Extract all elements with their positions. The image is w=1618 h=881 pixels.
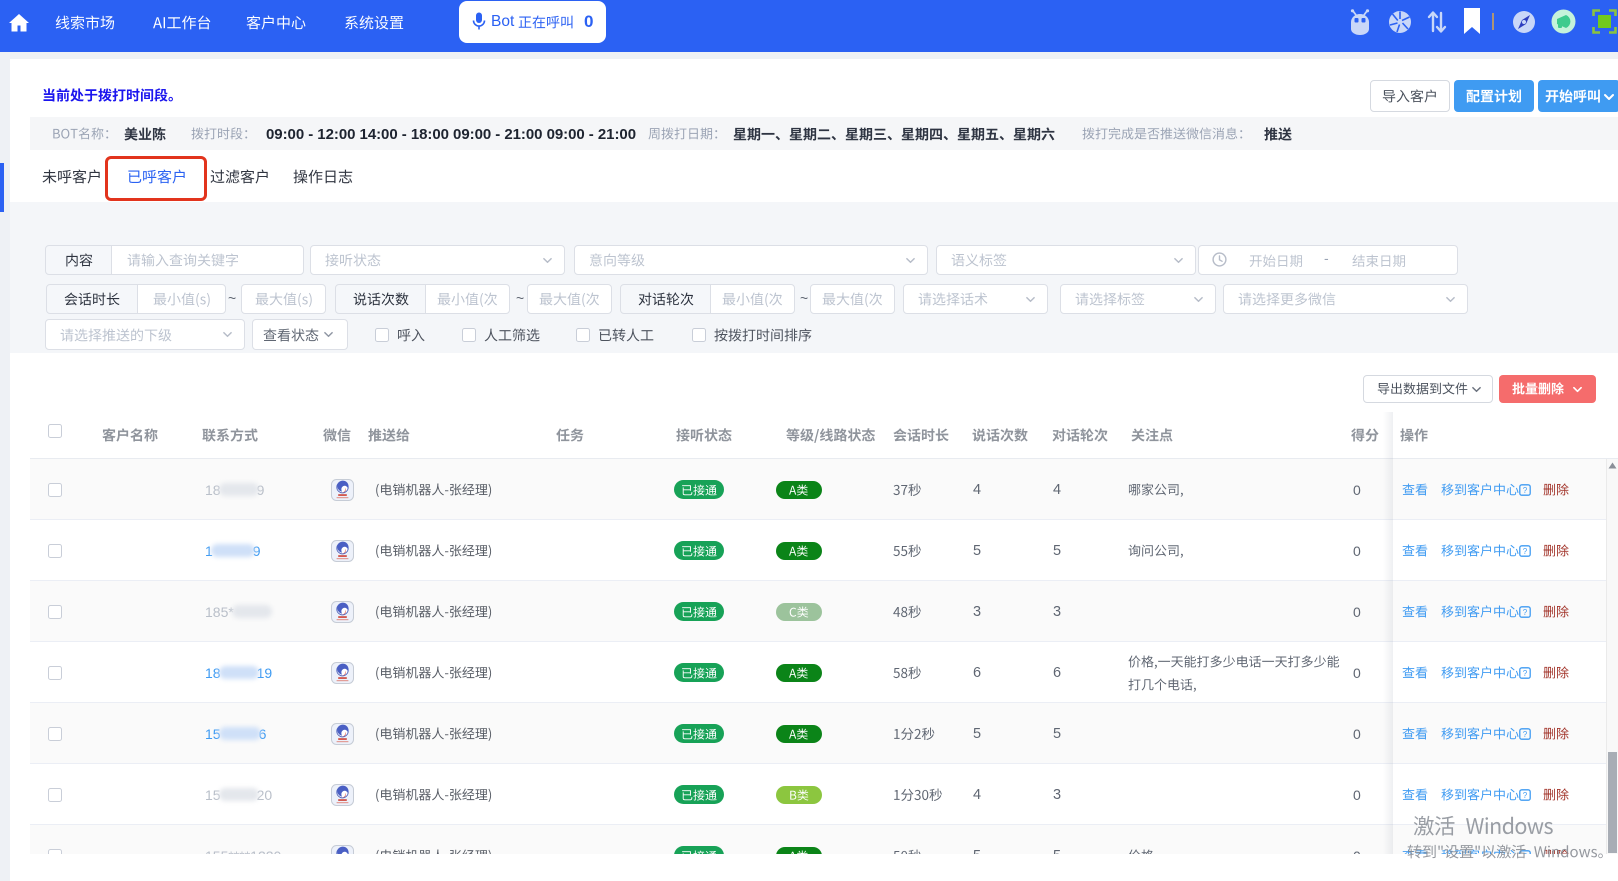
svg-text:?: ?	[1523, 790, 1528, 799]
svg-text:?: ?	[1523, 485, 1528, 494]
svg-text:?: ?	[1523, 729, 1528, 738]
svg-text:?: ?	[1523, 668, 1528, 677]
svg-text:?: ?	[1523, 607, 1528, 616]
svg-text:?: ?	[1523, 546, 1528, 555]
